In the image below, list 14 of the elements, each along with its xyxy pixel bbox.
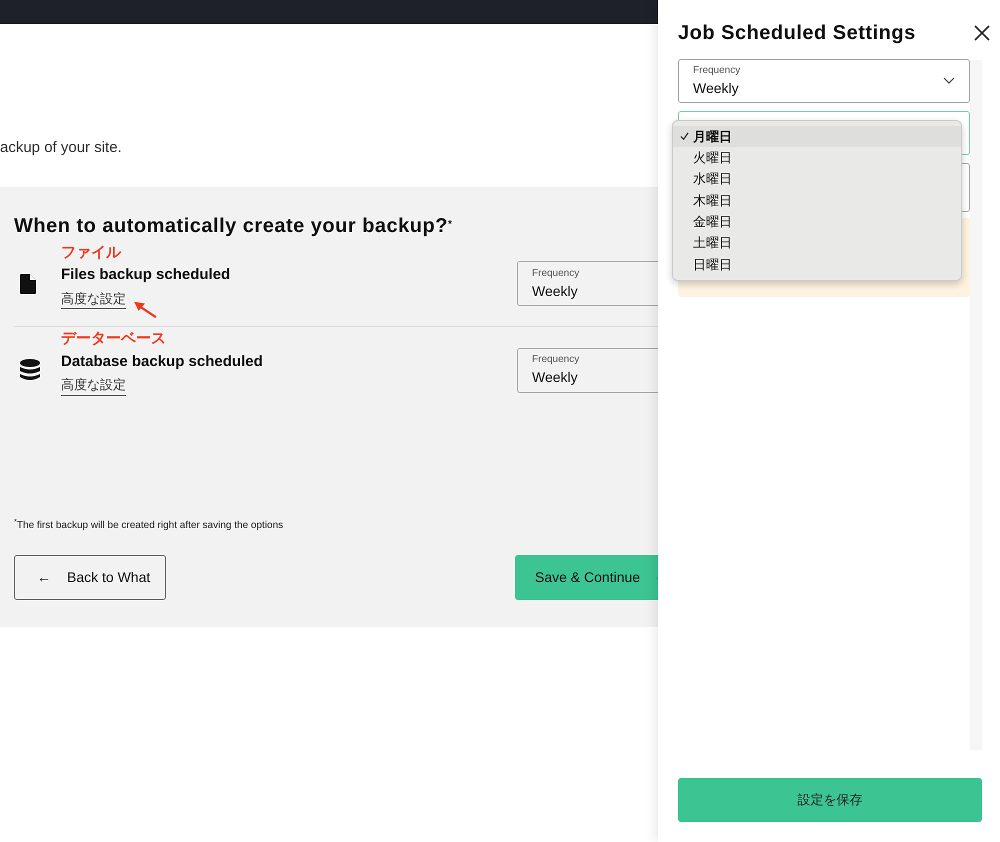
field-label: Frequency [693, 64, 740, 78]
annotation-label: ファイル [61, 242, 121, 263]
field-value: Weekly [693, 79, 739, 98]
section-heading: When to automatically create your backup?$^{*}$ [14, 214, 452, 239]
row-title: Database backup scheduled [61, 352, 263, 372]
field-label: Frequency [532, 353, 580, 367]
footnote: $^{*}$The first backup will be created right after saving the options [14, 518, 284, 533]
row-title: Files backup scheduled [61, 265, 230, 286]
field-value: Weekly [532, 368, 578, 387]
field-value: Weekly [532, 282, 578, 301]
annotation-label: データーベース [61, 329, 166, 350]
field-label: Frequency [532, 266, 580, 280]
intro-text: ackup of your site. [0, 138, 122, 158]
drawer-title: Job Scheduled Settings [678, 21, 916, 46]
